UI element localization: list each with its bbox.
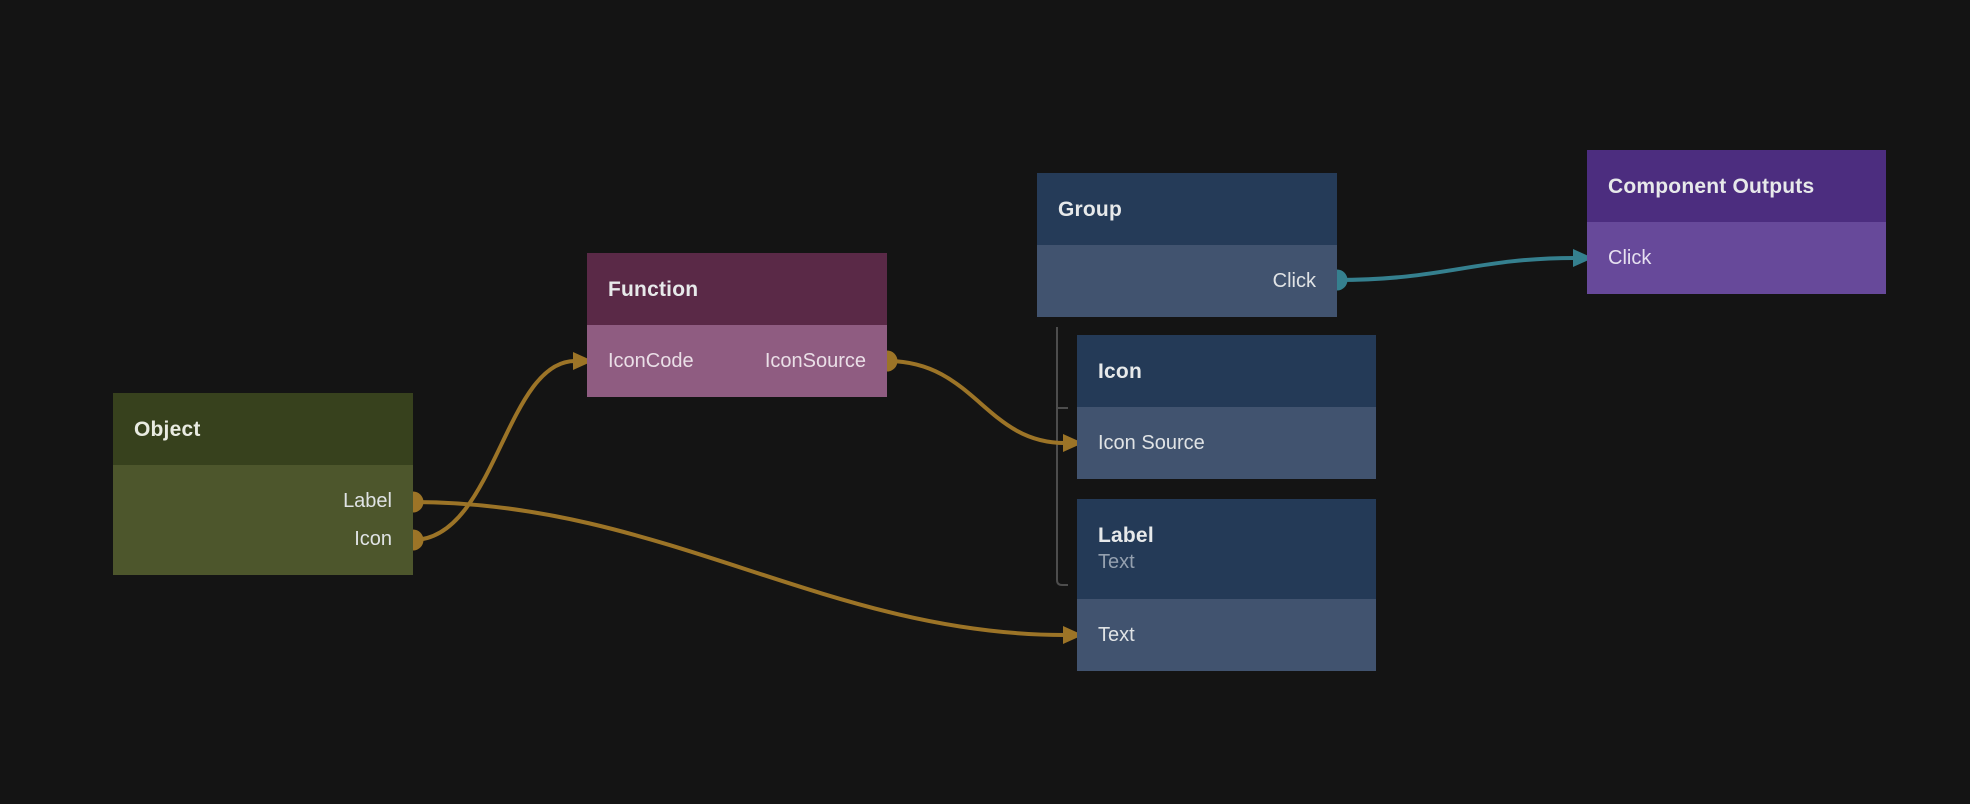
node-title: Function [608,276,887,303]
node-group-header: Group [1037,173,1337,245]
node-component-outputs-body: Click [1587,222,1886,294]
node-title: Component Outputs [1608,173,1886,200]
port-label: Icon [354,528,392,551]
wire-function-iconsource-to-icon-iconsource[interactable] [887,361,1065,443]
node-object-body: Label Icon [113,465,413,575]
node-title: Group [1058,196,1337,223]
node-component-outputs[interactable]: Component Outputs Click [1587,150,1886,294]
wire-object-icon-to-function-iconcode[interactable] [413,361,575,540]
node-title: Icon [1098,358,1376,385]
port-label: Click [1608,247,1651,270]
tree-connector-group-children [1057,327,1068,585]
node-object-header: Object [113,393,413,465]
port-label-output: IconSource [765,350,866,373]
wire-group-click-to-componentoutputs-click[interactable] [1337,258,1575,280]
node-function-header: Function [587,253,887,325]
node-group-body: Click [1037,245,1337,317]
port-row-icon-source[interactable]: Icon Source [1077,407,1376,479]
node-label-header: Label Text [1077,499,1376,599]
node-title: Object [134,416,413,443]
port-row-group-click[interactable]: Click [1037,245,1337,317]
port-row-function[interactable]: IconCode IconSource [587,325,887,397]
port-label: Text [1098,624,1135,647]
node-graph-canvas[interactable]: Object Label Icon Function IconCode Icon… [0,0,1970,804]
node-label-body: Text [1077,599,1376,671]
node-label[interactable]: Label Text Text [1077,499,1376,671]
port-label: Label [343,490,392,513]
port-label: Icon Source [1098,432,1205,455]
wire-object-label-to-label-text[interactable] [413,502,1065,635]
node-icon-body: Icon Source [1077,407,1376,479]
port-row-component-outputs-click[interactable]: Click [1587,222,1886,294]
node-object[interactable]: Object Label Icon [113,393,413,575]
node-subtitle: Text [1098,549,1376,576]
node-title: Label [1098,522,1376,549]
node-group[interactable]: Group Click [1037,173,1337,317]
port-label: Click [1273,270,1316,293]
port-row-object-label[interactable]: Label [113,482,413,520]
port-label-input: IconCode [608,350,694,373]
node-icon[interactable]: Icon Icon Source [1077,335,1376,479]
node-function-body: IconCode IconSource [587,325,887,397]
node-component-outputs-header: Component Outputs [1587,150,1886,222]
port-row-label-text[interactable]: Text [1077,599,1376,671]
port-row-object-icon[interactable]: Icon [113,520,413,558]
node-icon-header: Icon [1077,335,1376,407]
node-function[interactable]: Function IconCode IconSource [587,253,887,397]
